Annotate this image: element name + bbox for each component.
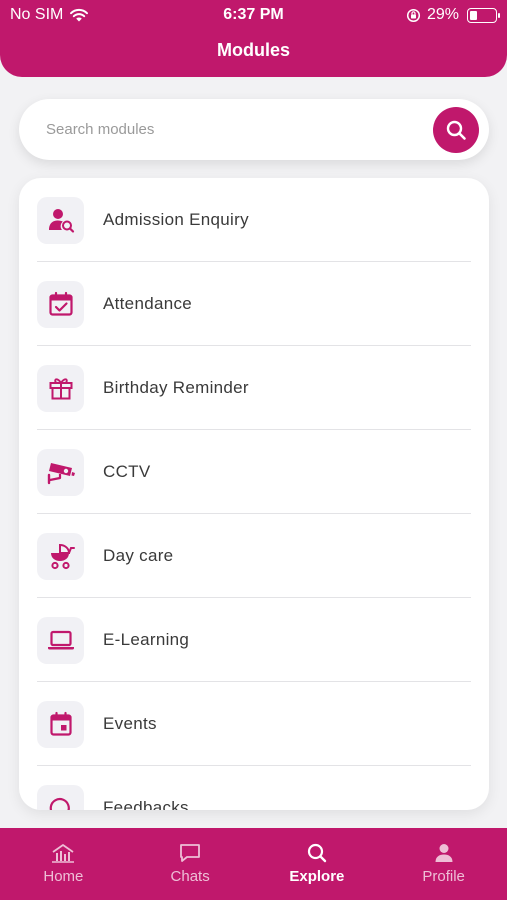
search-input[interactable]: [46, 121, 433, 138]
tab-home[interactable]: Home: [0, 828, 127, 900]
person-icon: [435, 844, 453, 862]
module-label: Events: [103, 714, 157, 733]
wifi-icon: [70, 8, 89, 21]
battery-percent: 29%: [426, 6, 459, 23]
bottom-tab-bar: Home Chats Explore Profile: [0, 828, 507, 900]
user-search-icon: [48, 209, 74, 233]
battery-level: [470, 10, 477, 20]
module-item-day-care[interactable]: Day care: [37, 514, 471, 598]
home-chart-icon: [52, 844, 75, 863]
tab-label: Profile: [422, 868, 465, 885]
module-item-cctv[interactable]: CCTV: [37, 430, 471, 514]
page-title: Modules: [216, 40, 290, 60]
module-label: CCTV: [103, 462, 151, 481]
status-bar: No SIM 6:37 PM 29%: [0, 0, 507, 30]
search-icon: [446, 120, 466, 140]
carrier-label: No SIM: [10, 6, 64, 23]
laptop-icon: [47, 630, 74, 650]
search-icon: [307, 843, 327, 863]
tab-label: Chats: [170, 868, 210, 885]
orientation-lock-icon: [406, 8, 421, 22]
tab-chats[interactable]: Chats: [127, 828, 254, 900]
tab-label: Explore: [289, 868, 345, 885]
module-item-birthday-reminder[interactable]: Birthday Reminder: [37, 346, 471, 430]
gift-icon: [49, 378, 72, 400]
cctv-camera-icon: [47, 463, 75, 485]
search-bar: [19, 99, 489, 160]
tab-label: Home: [43, 868, 84, 885]
search-button[interactable]: [433, 106, 479, 153]
baby-stroller-icon: [50, 543, 75, 570]
module-label: Day care: [103, 546, 174, 565]
module-label: Admission Enquiry: [103, 210, 249, 229]
module-label: Attendance: [103, 294, 193, 313]
module-item-events[interactable]: Events: [37, 682, 471, 766]
modules-list: Admission Enquiry Attendance Birthday Re…: [19, 178, 489, 810]
module-label: Feedbacks: [103, 798, 189, 810]
feedback-icon: [49, 798, 70, 810]
battery-icon: [467, 7, 500, 23]
module-item-e-learning[interactable]: E-Learning: [37, 598, 471, 682]
app-header: No SIM 6:37 PM 29% Modules: [0, 0, 507, 77]
chat-bubble-icon: [180, 844, 201, 862]
module-label: E-Learning: [103, 630, 190, 649]
module-item-attendance[interactable]: Attendance: [37, 262, 471, 346]
calendar-check-icon: [48, 291, 73, 316]
tab-profile[interactable]: Profile: [380, 828, 507, 900]
module-label: Birthday Reminder: [103, 378, 249, 397]
module-item-admission-enquiry[interactable]: Admission Enquiry: [37, 178, 471, 262]
calendar-event-icon: [49, 711, 72, 736]
tab-explore[interactable]: Explore: [254, 828, 381, 900]
module-item-feedbacks[interactable]: Feedbacks: [37, 766, 471, 810]
